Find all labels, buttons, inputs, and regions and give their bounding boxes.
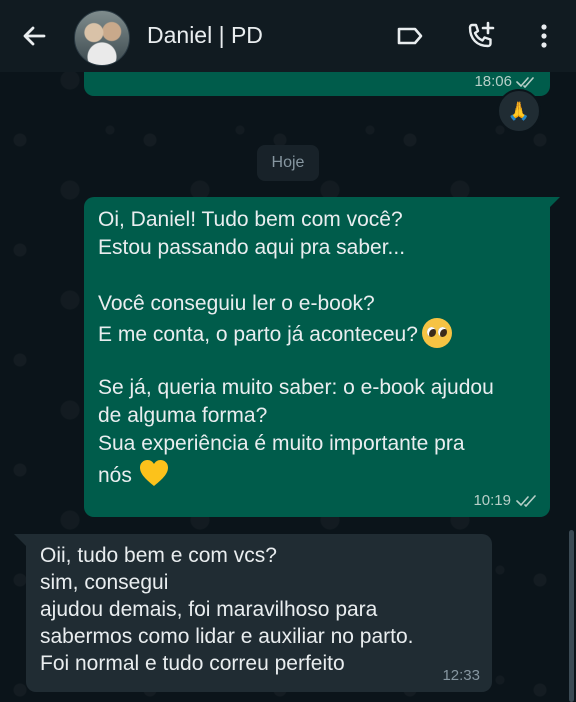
outgoing-message-meta: 10:19 xyxy=(473,492,538,509)
message-line: Estou passando aqui pra saber... xyxy=(98,236,406,259)
add-call-icon[interactable] xyxy=(464,20,496,52)
message-line: nós xyxy=(98,464,132,487)
message-line: Foi normal e tudo correu perfeito xyxy=(40,652,345,675)
message-line: sim, consegui xyxy=(40,571,169,594)
message-line: Você conseguiu ler o e-book? xyxy=(98,292,375,315)
chat-header: Daniel | PD xyxy=(0,0,576,72)
date-separator: Hoje xyxy=(257,145,319,181)
message-line-with-emoji: nós xyxy=(98,458,536,490)
message-time: 10:19 xyxy=(473,492,511,509)
message-time: 18:06 xyxy=(474,73,512,90)
contact-name[interactable]: Daniel | PD xyxy=(147,22,263,49)
message-line: ajudou demais, foi maravilhoso para xyxy=(40,598,378,621)
message-line: Se já, queria muito saber: o e-book ajud… xyxy=(98,376,494,399)
message-line-with-emoji: E me conta, o parto já aconteceu? xyxy=(98,318,536,348)
message-line: Oi, Daniel! Tudo bem com você? xyxy=(98,208,403,231)
message-line: sabermos como lidar e auxiliar no parto. xyxy=(40,625,414,648)
message-line: Oii, tudo bem e com vcs? xyxy=(40,544,277,567)
message-time: 12:33 xyxy=(442,667,480,684)
yellow-heart-emoji-icon xyxy=(139,460,168,486)
message-line: Sua experiência é muito importante pra xyxy=(98,432,465,455)
message-line: de alguma forma? xyxy=(98,404,268,427)
message-line: E me conta, o parto já aconteceu? xyxy=(98,323,418,346)
chat-scrollbar[interactable] xyxy=(569,530,574,702)
message-reaction[interactable]: 🙏 xyxy=(497,89,541,133)
back-arrow-icon[interactable] xyxy=(18,20,50,52)
pleading-face-emoji-icon xyxy=(421,318,452,348)
more-options-icon[interactable] xyxy=(528,20,560,52)
incoming-bubble-tail xyxy=(14,534,26,546)
previous-message-meta: 18:06 xyxy=(474,73,536,90)
read-receipt-icon xyxy=(516,76,534,88)
read-receipt-icon xyxy=(516,494,536,507)
outgoing-message-bubble[interactable]: Oi, Daniel! Tudo bem com você? Estou pas… xyxy=(84,197,550,517)
label-icon[interactable] xyxy=(394,20,426,52)
incoming-message-bubble[interactable]: Oii, tudo bem e com vcs? sim, consegui a… xyxy=(26,534,492,692)
contact-avatar[interactable] xyxy=(74,10,130,66)
